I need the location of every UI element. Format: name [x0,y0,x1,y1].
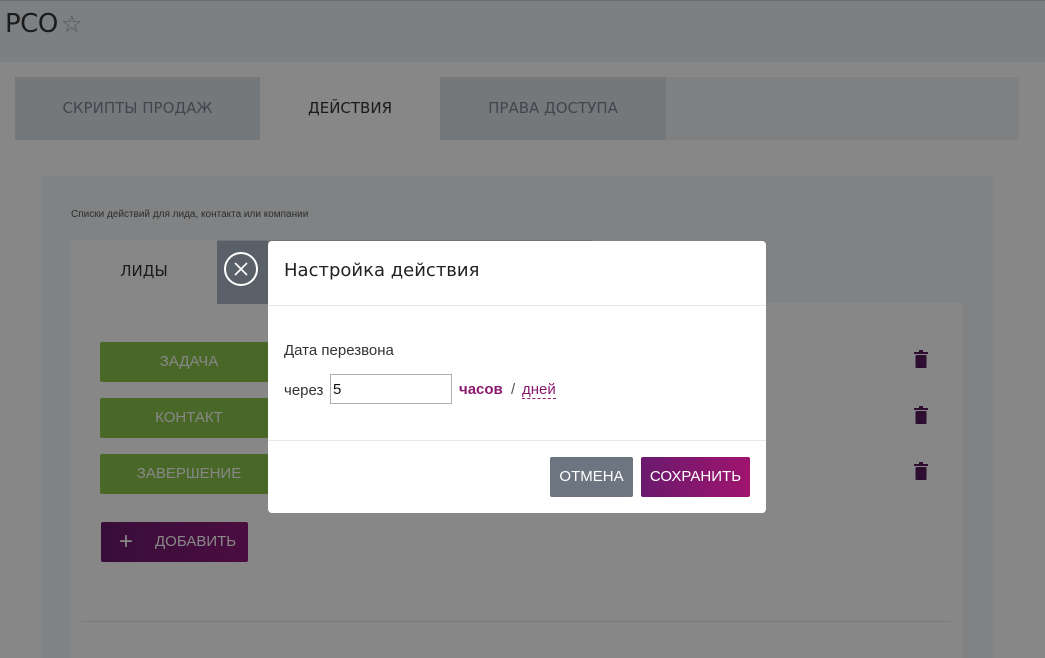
unit-days-option[interactable]: дней [522,381,556,399]
unit-separator: / [511,381,516,398]
unit-hours-option[interactable]: часов [459,381,503,398]
close-button[interactable] [217,241,268,304]
close-circle-icon [224,252,258,286]
dialog-title: Настройка действия [284,260,480,281]
via-label: через [284,382,324,399]
action-settings-dialog: Настройка действия Дата перезвона через … [217,241,766,513]
dialog-footer-divider [268,440,766,441]
amount-input[interactable] [330,374,452,404]
cancel-button[interactable]: ОТМЕНА [550,457,633,497]
save-button[interactable]: СОХРАНИТЬ [641,457,750,497]
dialog-header: Настройка действия [268,241,766,306]
callback-date-label: Дата перезвона [284,342,394,359]
